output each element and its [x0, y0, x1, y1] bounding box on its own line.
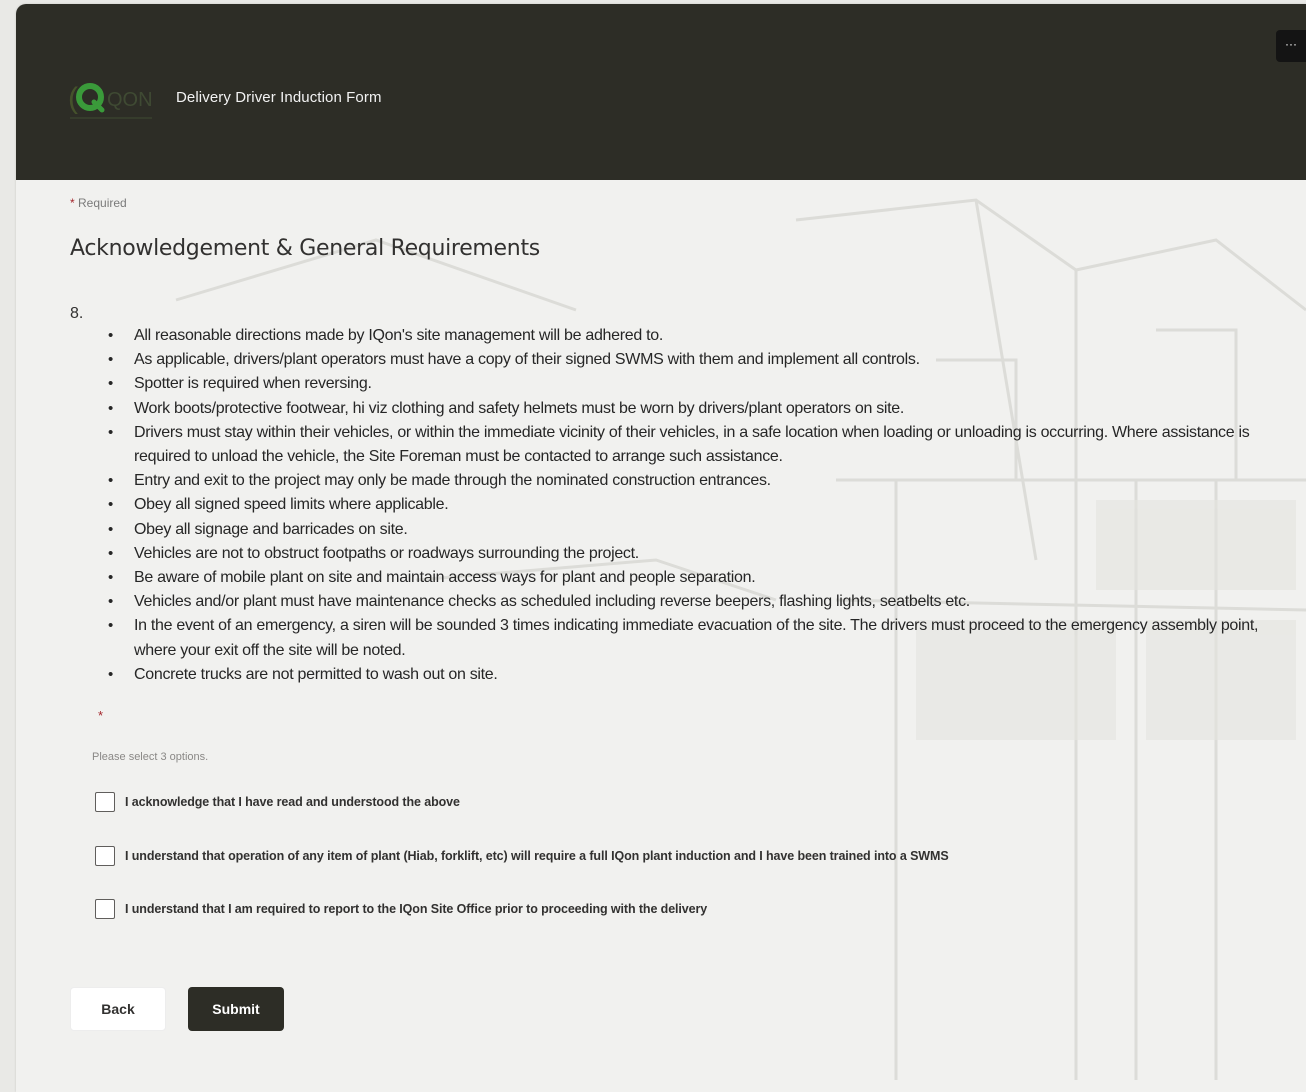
requirement-item: All reasonable directions made by IQon's…: [108, 324, 1284, 348]
option-label: I understand that operation of any item …: [125, 849, 949, 863]
option-label: I acknowledge that I have read and under…: [125, 795, 460, 809]
option-report-site-office[interactable]: I understand that I am required to repor…: [95, 898, 707, 920]
option-acknowledge-read[interactable]: I acknowledge that I have read and under…: [95, 791, 460, 813]
requirement-item: Be aware of mobile plant on site and mai…: [108, 566, 1284, 590]
checkbox-acknowledge-read[interactable]: [95, 792, 115, 812]
answer-required-star: *: [98, 708, 104, 723]
form-window: ( QON Delivery Driver Induction Form ···: [16, 4, 1306, 1092]
option-plant-induction[interactable]: I understand that operation of any item …: [95, 845, 949, 867]
requirement-item: Obey all signed speed limits where appli…: [108, 493, 1284, 517]
form-title: Delivery Driver Induction Form: [176, 89, 382, 106]
section-title: Acknowledgement & General Requirements: [70, 236, 540, 261]
checkbox-plant-induction[interactable]: [95, 846, 115, 866]
requirement-item: Drivers must stay within their vehicles,…: [108, 421, 1284, 469]
required-label: Required: [78, 196, 127, 210]
checkbox-report-site-office[interactable]: [95, 899, 115, 919]
requirement-item: Vehicles are not to obstruct footpaths o…: [108, 542, 1284, 566]
selection-hint: Please select 3 options.: [92, 751, 209, 763]
question-number: 8.: [70, 305, 84, 322]
required-star: *: [70, 196, 75, 210]
requirement-item: Vehicles and/or plant must have maintena…: [108, 590, 1284, 614]
more-options-button[interactable]: ···: [1276, 30, 1306, 62]
requirement-item: Entry and exit to the project may only b…: [108, 469, 1284, 493]
requirement-item: Work boots/protective footwear, hi viz c…: [108, 397, 1284, 421]
iqon-logo: ( QON: [68, 82, 153, 119]
back-button[interactable]: Back: [70, 987, 166, 1031]
requirement-item: Spotter is required when reversing.: [108, 372, 1284, 396]
form-content: * Required Acknowledgement & General Req…: [16, 180, 1306, 1092]
requirement-item: As applicable, drivers/plant operators m…: [108, 348, 1284, 372]
option-label: I understand that I am required to repor…: [125, 902, 708, 916]
requirement-item: In the event of an emergency, a siren wi…: [108, 614, 1284, 662]
form-header: ( QON Delivery Driver Induction Form ···: [16, 4, 1306, 180]
submit-button[interactable]: Submit: [188, 987, 284, 1031]
requirements-list: All reasonable directions made by IQon's…: [98, 324, 1284, 687]
requirement-item: Concrete trucks are not permitted to was…: [108, 663, 1284, 687]
required-note: * Required: [70, 196, 127, 210]
requirement-item: Obey all signage and barricades on site.: [108, 518, 1284, 542]
logo-text: QON: [107, 89, 153, 111]
